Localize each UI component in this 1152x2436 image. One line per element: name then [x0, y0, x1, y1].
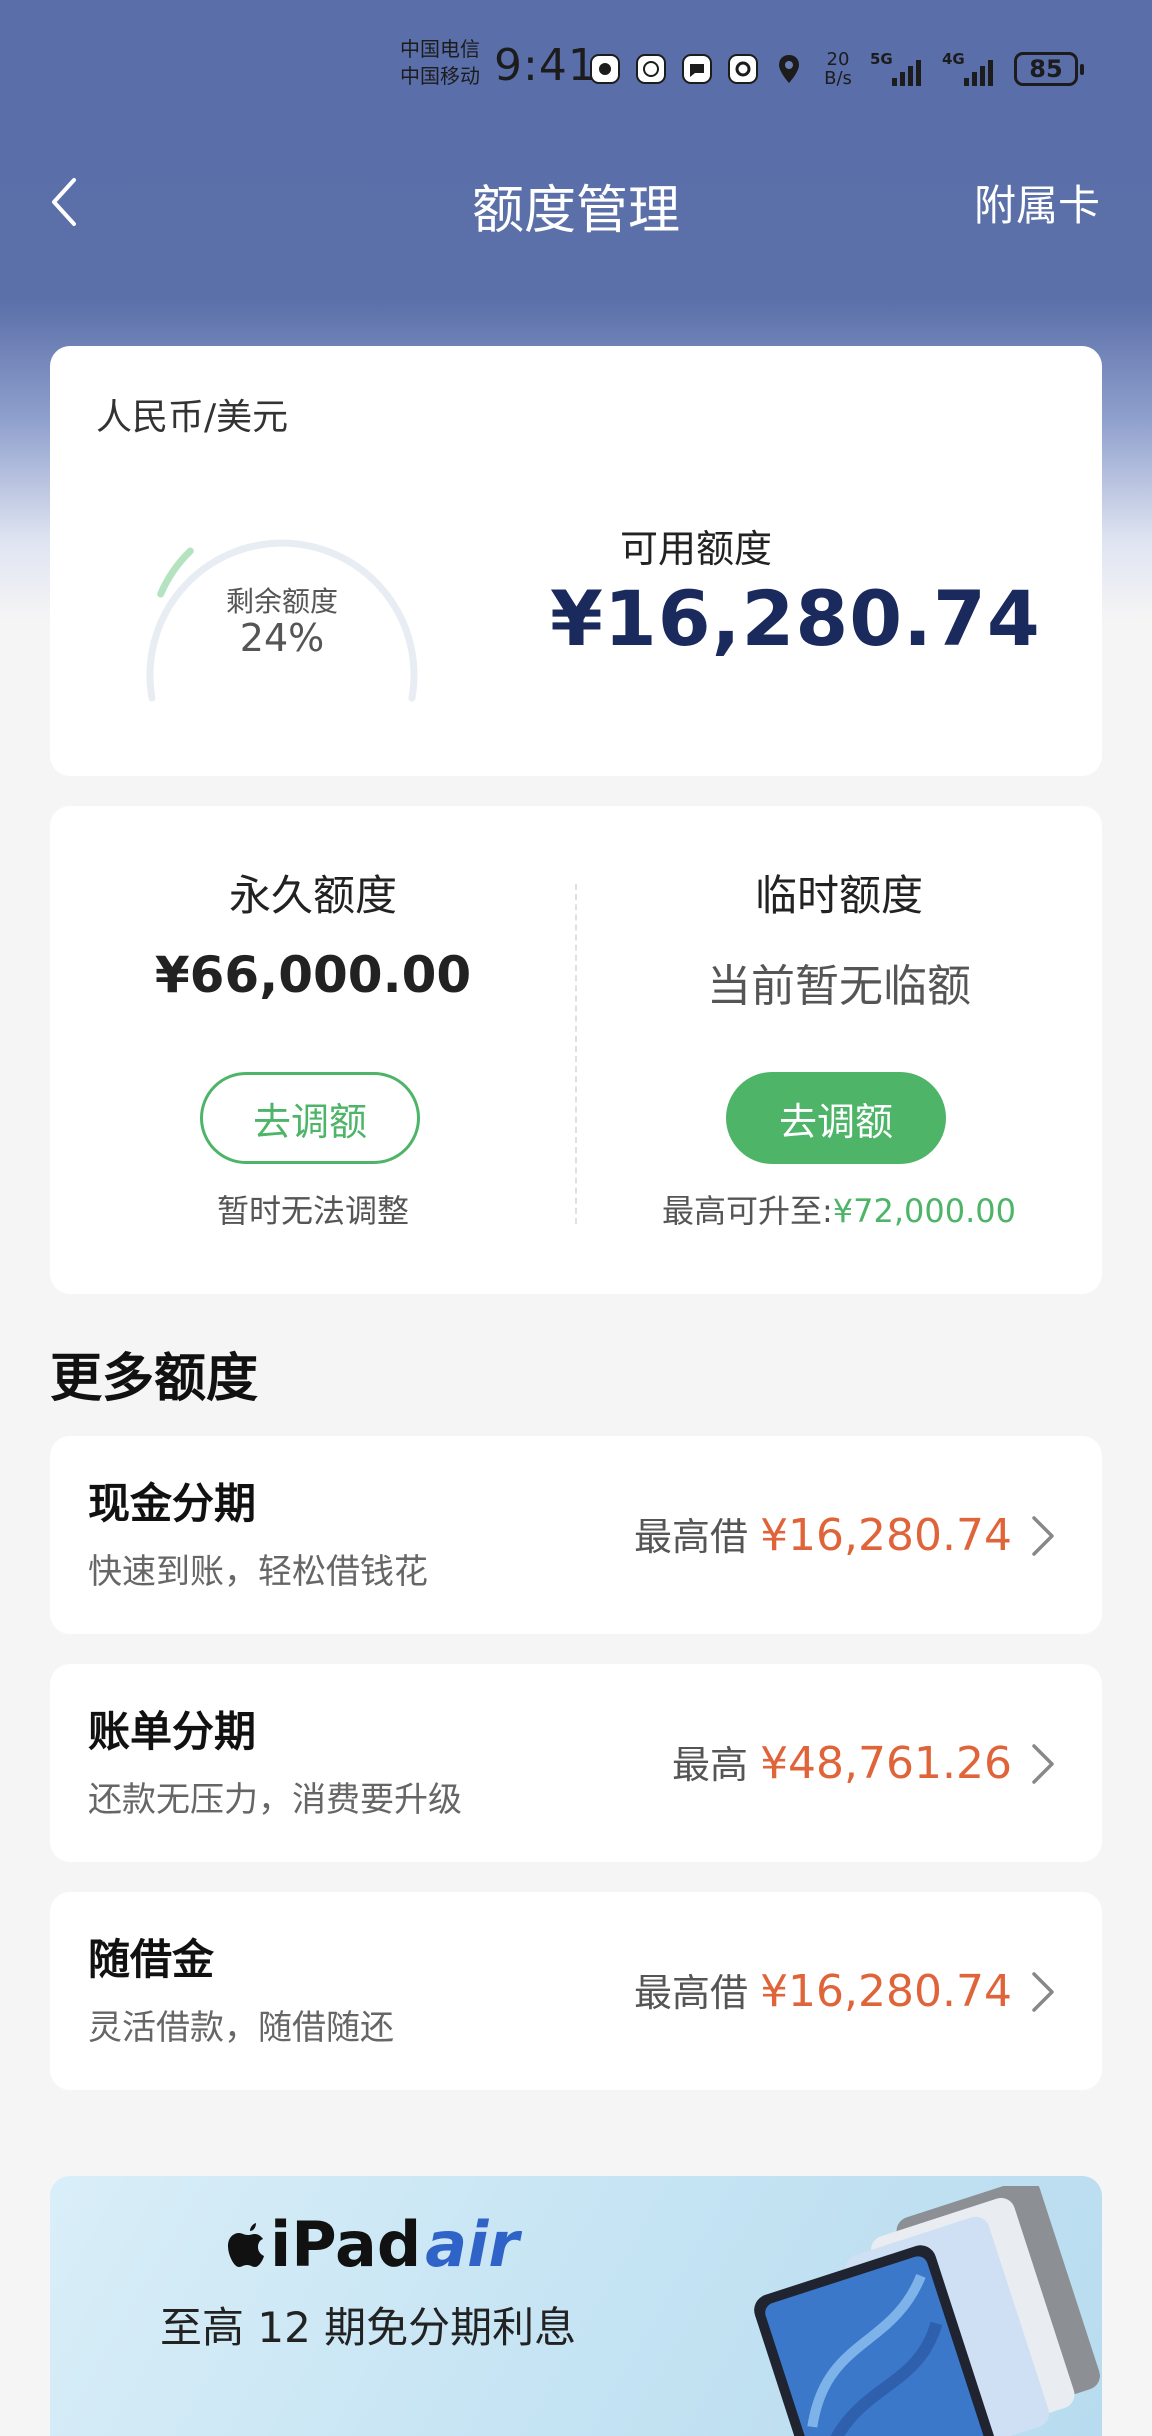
- currency-label: 人民币/美元: [96, 397, 289, 438]
- permanent-limit-title: 永久额度: [228, 871, 397, 920]
- apple-logo-icon: [228, 2222, 264, 2267]
- message-notification-icon: [682, 54, 712, 84]
- carrier-1: 中国电信: [400, 37, 480, 61]
- notification-icon: [590, 54, 620, 84]
- max-temporary-limit: ¥72,000.00: [832, 1192, 1016, 1230]
- temporary-limit-title: 临时额度: [754, 871, 923, 920]
- adjust-permanent-limit-button[interactable]: 去调额: [200, 1072, 420, 1164]
- status-bar: 中国电信 中国移动 9:41 20 B/s 5G 4G 85: [0, 30, 1152, 110]
- signal-5g-icon: 5G: [870, 50, 930, 86]
- list-item-cash-installment[interactable]: 现金分期 快速到账，轻松借钱花 最高借 ¥16,280.74: [50, 1436, 1102, 1634]
- temporary-limit-value: 当前暂无临额: [707, 961, 971, 1012]
- list-item-flexible-loan[interactable]: 随借金 灵活借款，随借随还 最高借 ¥16,280.74: [50, 1892, 1102, 2090]
- available-limit-value: ¥16,280.74: [550, 574, 1041, 663]
- available-limit-label: 可用额度: [620, 527, 773, 571]
- list-item-amount: 最高 ¥48,761.26: [672, 1738, 1012, 1789]
- list-item-bill-installment[interactable]: 账单分期 还款无压力，消费要升级 最高 ¥48,761.26: [50, 1664, 1102, 1862]
- list-item-amount: 最高借 ¥16,280.74: [634, 1510, 1012, 1561]
- status-icons: 20 B/s 5G 4G 85: [588, 49, 1084, 89]
- available-limit-card: 人民币/美元 剩余额度 24% 可用额度 ¥16,280.74: [50, 346, 1102, 776]
- ipad-air-logo: iPad air: [226, 2208, 519, 2281]
- carrier-info: 中国电信 中国移动: [400, 36, 480, 90]
- list-item-title: 账单分期: [88, 1707, 257, 1756]
- signal-4g-icon: 4G: [942, 50, 1002, 86]
- more-limits-heading: 更多额度: [50, 1349, 259, 1409]
- ipad-air-promo-banner[interactable]: iPad air 至高 12 期免分期利息: [50, 2176, 1102, 2436]
- list-item-amount: 最高借 ¥16,280.74: [634, 1966, 1012, 2017]
- permanent-limit-value: ¥66,000.00: [154, 946, 472, 1004]
- limit-types-card: 永久额度 ¥66,000.00 去调额 暂时无法调整 临时额度 当前暂无临额 去…: [50, 806, 1102, 1294]
- temporary-limit-note: 最高可升至:¥72,000.00: [661, 1192, 1016, 1230]
- permanent-limit-note: 暂时无法调整: [216, 1192, 409, 1230]
- adjust-temporary-limit-button[interactable]: 去调额: [726, 1072, 946, 1164]
- carrier-2: 中国移动: [400, 64, 480, 88]
- list-item-title: 随借金: [88, 1935, 215, 1984]
- permanent-limit-panel: 永久额度 ¥66,000.00 去调额 暂时无法调整: [50, 806, 576, 1294]
- list-item-subtitle: 快速到账，轻松借钱花: [88, 1552, 428, 1592]
- network-speed: 20 B/s: [824, 49, 852, 89]
- ipad-devices-image: [754, 2186, 1100, 2436]
- sync-notification-icon: [728, 54, 758, 84]
- app-notification-icon: [636, 54, 666, 84]
- supplementary-card-link[interactable]: 附属卡: [974, 172, 1100, 233]
- nav-bar: 额度管理 附属卡: [0, 160, 1152, 241]
- chevron-right-icon: [1032, 1744, 1054, 1784]
- gauge-percent: 24%: [239, 616, 325, 660]
- promo-text: 至高 12 期免分期利息: [160, 2303, 577, 2352]
- location-icon: [779, 55, 799, 83]
- chevron-right-icon: [1032, 1516, 1054, 1556]
- list-item-subtitle: 灵活借款，随借随还: [88, 2008, 394, 2048]
- gauge-label: 剩余额度: [225, 585, 338, 618]
- battery-icon: 85: [1014, 52, 1084, 86]
- chevron-right-icon: [1032, 1972, 1054, 2012]
- list-item-subtitle: 还款无压力，消费要升级: [88, 1780, 462, 1820]
- status-time: 9:41: [494, 40, 597, 91]
- temporary-limit-panel: 临时额度 当前暂无临额 去调额 最高可升至:¥72,000.00: [576, 806, 1102, 1294]
- list-item-title: 现金分期: [88, 1479, 257, 1528]
